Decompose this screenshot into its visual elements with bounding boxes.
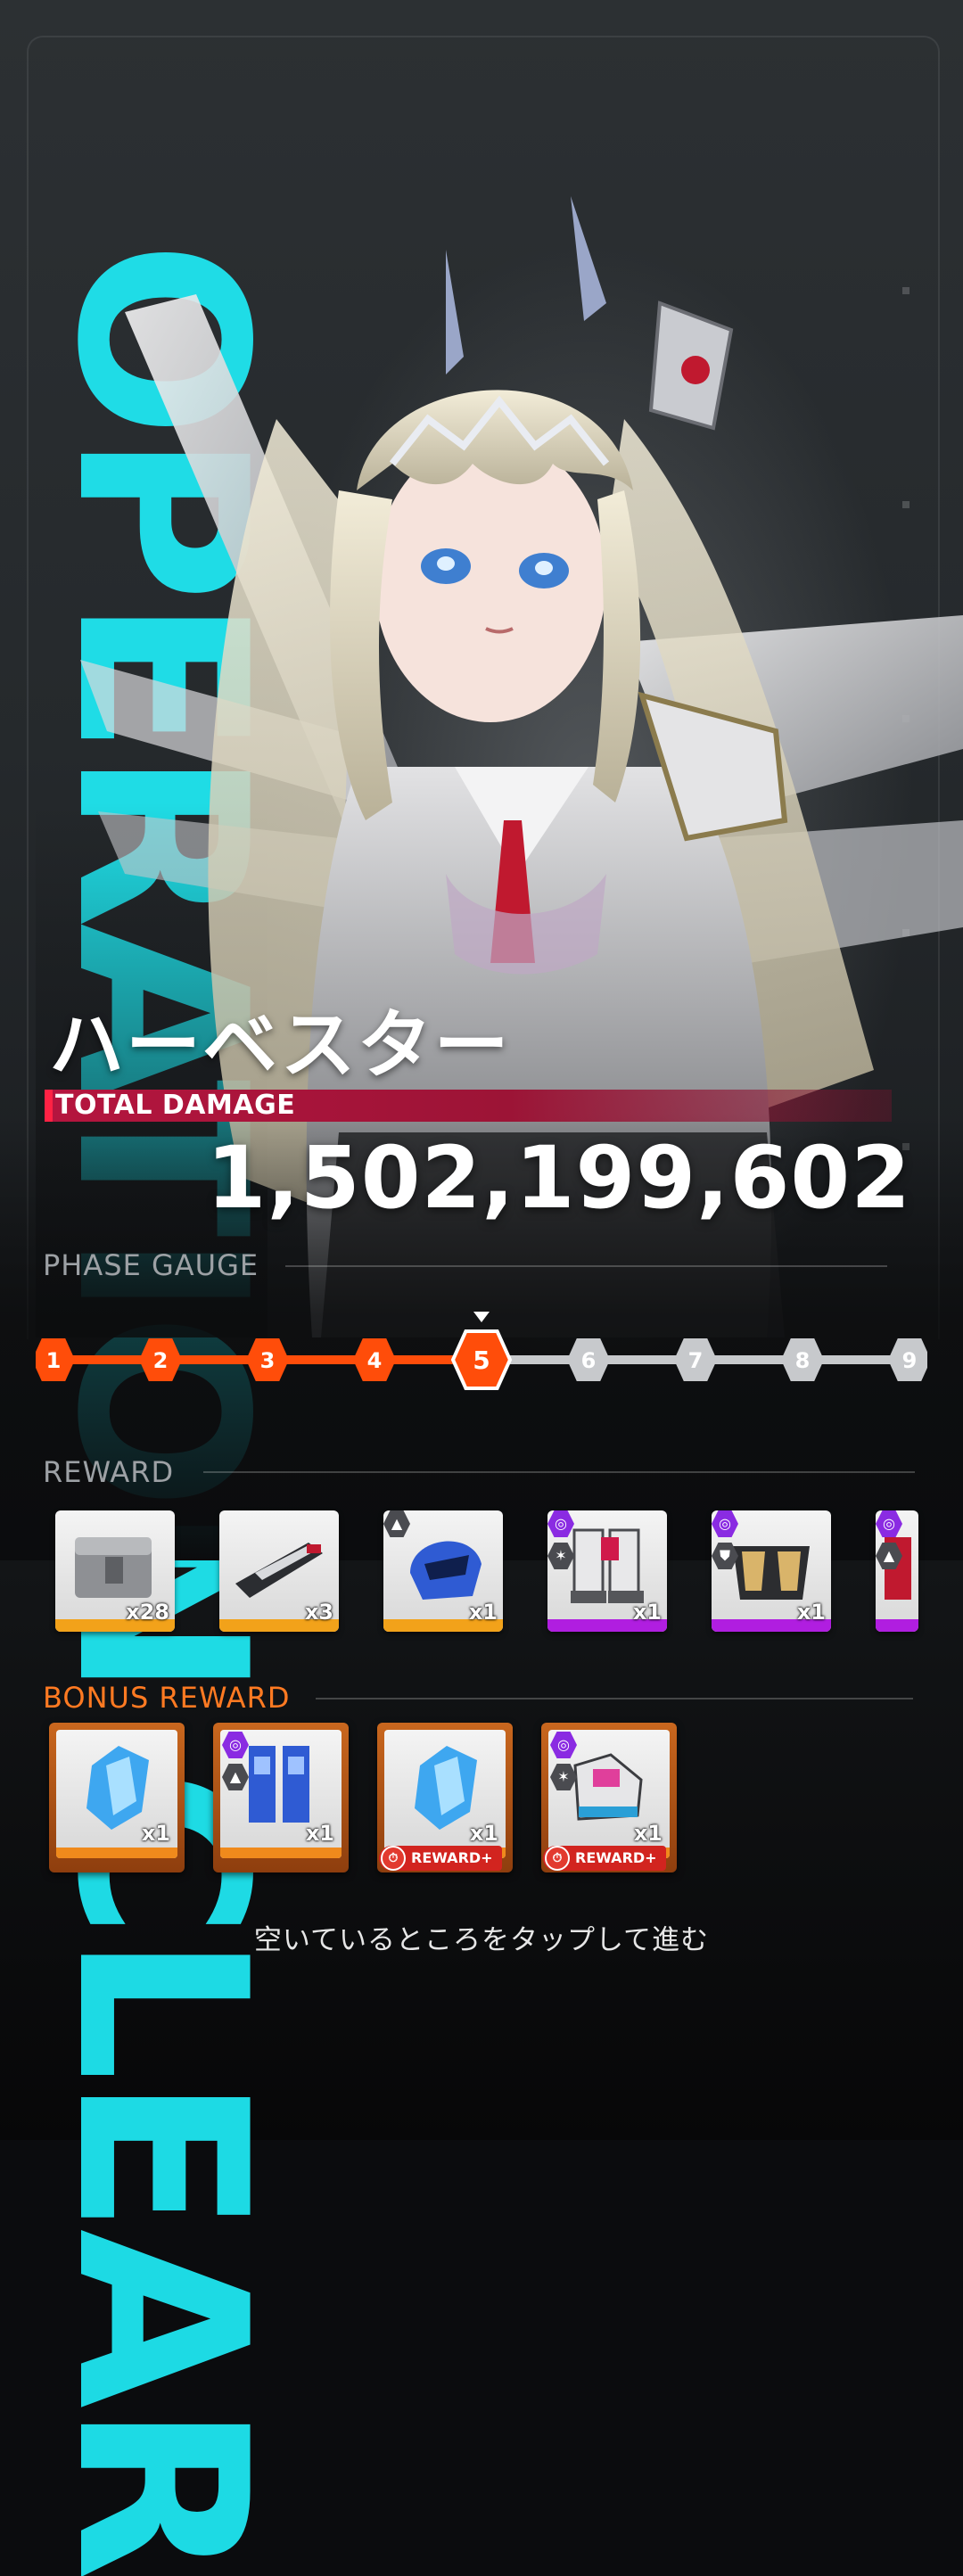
phase-gauge: 1 2 3 4 5 6 7 8 9	[36, 1312, 927, 1390]
item-quantity: x28	[126, 1600, 169, 1625]
phase-node-label: 9	[902, 1348, 918, 1373]
reward-item-gold-armor-chest[interactable]: ◎ ⛊ x1	[712, 1510, 831, 1632]
phase-node-label: 8	[795, 1348, 811, 1373]
phase-node-2: 2	[139, 1338, 182, 1381]
phase-node-8: 8	[781, 1338, 824, 1381]
rarity-strip	[220, 1848, 342, 1858]
item-quantity: x1	[141, 1821, 170, 1846]
timer-icon: ⏱	[545, 1846, 570, 1871]
phase-node-9: 9	[888, 1338, 927, 1381]
tap-to-continue-hint[interactable]: 空いているところをタップして進む	[0, 1917, 963, 1957]
bonus-item-frame: x1	[56, 1730, 177, 1858]
reward-plus-label: REWARD+	[411, 1849, 493, 1866]
bonus-reward-divider	[316, 1698, 913, 1700]
timer-icon: ⏱	[381, 1846, 406, 1871]
reward-item-white-armor-boots[interactable]: ◎ ✶ x1	[547, 1510, 667, 1632]
bonus-item-frame: ◎ ▲ x1	[220, 1730, 342, 1858]
reward-plus-tag: ⏱ REWARD+	[543, 1846, 666, 1871]
reward-item-supply-crate[interactable]: x28	[55, 1510, 175, 1632]
current-phase-marker-icon	[473, 1312, 490, 1322]
item-quantity: x1	[796, 1600, 826, 1625]
bonus-reward-item-blue-crystal[interactable]: x1	[49, 1723, 185, 1872]
phase-node-3: 3	[246, 1338, 289, 1381]
reward-item-red-armor-partial[interactable]: ◎ ▲	[876, 1510, 918, 1632]
total-damage-label: TOTAL DAMAGE	[55, 1090, 296, 1121]
phase-gauge-title: PHASE GAUGE	[43, 1248, 259, 1282]
item-quantity: x1	[468, 1600, 498, 1625]
rarity-strip	[876, 1619, 918, 1632]
item-quantity: x1	[633, 1821, 663, 1846]
phase-node-5: 5	[450, 1329, 513, 1390]
item-quantity: x1	[305, 1821, 334, 1846]
bonus-item-frame: x1	[384, 1730, 506, 1858]
item-quantity: x1	[632, 1600, 662, 1625]
phase-node-label: 2	[153, 1348, 169, 1373]
phase-node-1: 1	[36, 1338, 75, 1381]
phase-node-label: 1	[46, 1348, 62, 1373]
phase-node-label: 3	[260, 1348, 276, 1373]
item-quantity: x3	[304, 1600, 333, 1625]
phase-node-4: 4	[353, 1338, 396, 1381]
rarity-strip	[56, 1848, 177, 1858]
phase-node-label: 4	[367, 1348, 383, 1373]
phase-node-label: 6	[581, 1348, 597, 1373]
bonus-reward-item-blue-crystal[interactable]: x1 ⏱ REWARD+	[377, 1723, 513, 1872]
phase-gauge-divider	[285, 1265, 887, 1267]
reward-title: REWARD	[43, 1455, 175, 1489]
phase-node-label: 7	[688, 1348, 704, 1373]
phase-node-label: 5	[473, 1346, 490, 1375]
phase-node-7: 7	[674, 1338, 717, 1381]
bonus-reward-item-pink-armor-boots[interactable]: ◎ ✶ x1 ⏱ REWARD+	[541, 1723, 677, 1872]
reward-item-blue-helmet[interactable]: ▲ x1	[383, 1510, 503, 1632]
total-damage-value: 1,502,199,602	[206, 1128, 911, 1228]
phase-node-6: 6	[567, 1338, 610, 1381]
reward-plus-tag: ⏱ REWARD+	[379, 1846, 502, 1871]
item-quantity: x1	[469, 1821, 498, 1846]
bonus-reward-item-blue-armor-legs[interactable]: ◎ ▲ x1	[213, 1723, 349, 1872]
reward-plus-label: REWARD+	[575, 1849, 657, 1866]
reward-item-weapon-kit[interactable]: x3	[219, 1510, 339, 1632]
reward-divider	[203, 1471, 915, 1473]
bonus-item-frame: ◎ ✶ x1	[548, 1730, 670, 1858]
boss-name: ハーベスター	[49, 1001, 511, 1089]
bonus-reward-title: BONUS REWARD	[43, 1681, 291, 1715]
